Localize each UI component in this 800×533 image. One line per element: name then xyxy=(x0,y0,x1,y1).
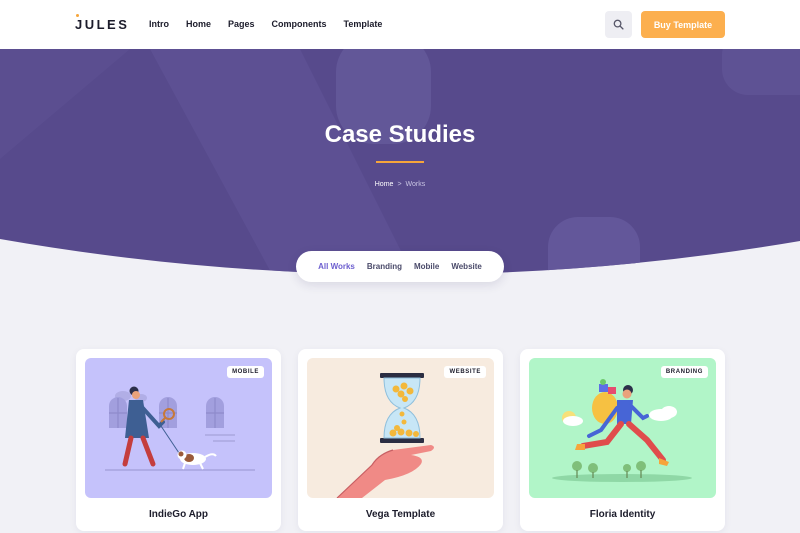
nav-item-home[interactable]: Home xyxy=(186,19,211,29)
search-button[interactable] xyxy=(605,11,632,38)
category-badge: WEBSITE xyxy=(444,366,486,378)
filter-mobile[interactable]: Mobile xyxy=(414,262,439,271)
nav-item-intro[interactable]: Intro xyxy=(149,19,169,29)
search-icon xyxy=(613,19,624,30)
hourglass-hand-illustration xyxy=(336,373,434,498)
main-nav: Intro Home Pages Components Template xyxy=(149,19,382,29)
dog-walker-illustration xyxy=(105,386,255,471)
portfolio-filter: All Works Branding Mobile Website xyxy=(296,251,504,282)
card-title[interactable]: Vega Template xyxy=(298,509,503,520)
runner-illustration xyxy=(552,379,692,482)
nav-item-components[interactable]: Components xyxy=(272,19,327,29)
filter-branding[interactable]: Branding xyxy=(367,262,402,271)
nav-item-template[interactable]: Template xyxy=(344,19,383,29)
category-badge: BRANDING xyxy=(660,366,708,378)
card-image-vega[interactable]: WEBSITE xyxy=(307,358,494,498)
work-card-vega[interactable]: WEBSITE Vega Template xyxy=(298,349,503,531)
breadcrumb-home[interactable]: Home xyxy=(375,181,394,188)
page-title: Case Studies xyxy=(324,121,476,148)
filter-all-works[interactable]: All Works xyxy=(318,262,355,271)
category-badge: MOBILE xyxy=(227,366,264,378)
nav-item-pages[interactable]: Pages xyxy=(228,19,255,29)
site-logo[interactable]: JULES xyxy=(75,17,129,32)
breadcrumb-current: Works xyxy=(405,181,426,188)
card-image-floria[interactable]: BRANDING xyxy=(529,358,716,498)
breadcrumb-separator: > xyxy=(397,181,402,188)
card-title[interactable]: IndieGo App xyxy=(76,509,281,520)
top-navbar: JULES Intro Home Pages Components Templa… xyxy=(0,0,800,49)
buy-template-button[interactable]: Buy Template xyxy=(641,11,725,38)
card-image-indiego[interactable]: MOBILE xyxy=(85,358,272,498)
work-card-floria[interactable]: BRANDING Floria Identity xyxy=(520,349,725,531)
card-title[interactable]: Floria Identity xyxy=(520,509,725,520)
work-card-indiego[interactable]: MOBILE IndieGo App xyxy=(76,349,281,531)
filter-website[interactable]: Website xyxy=(451,262,482,271)
title-underline xyxy=(376,161,424,163)
breadcrumb: Home > Works xyxy=(0,181,800,188)
